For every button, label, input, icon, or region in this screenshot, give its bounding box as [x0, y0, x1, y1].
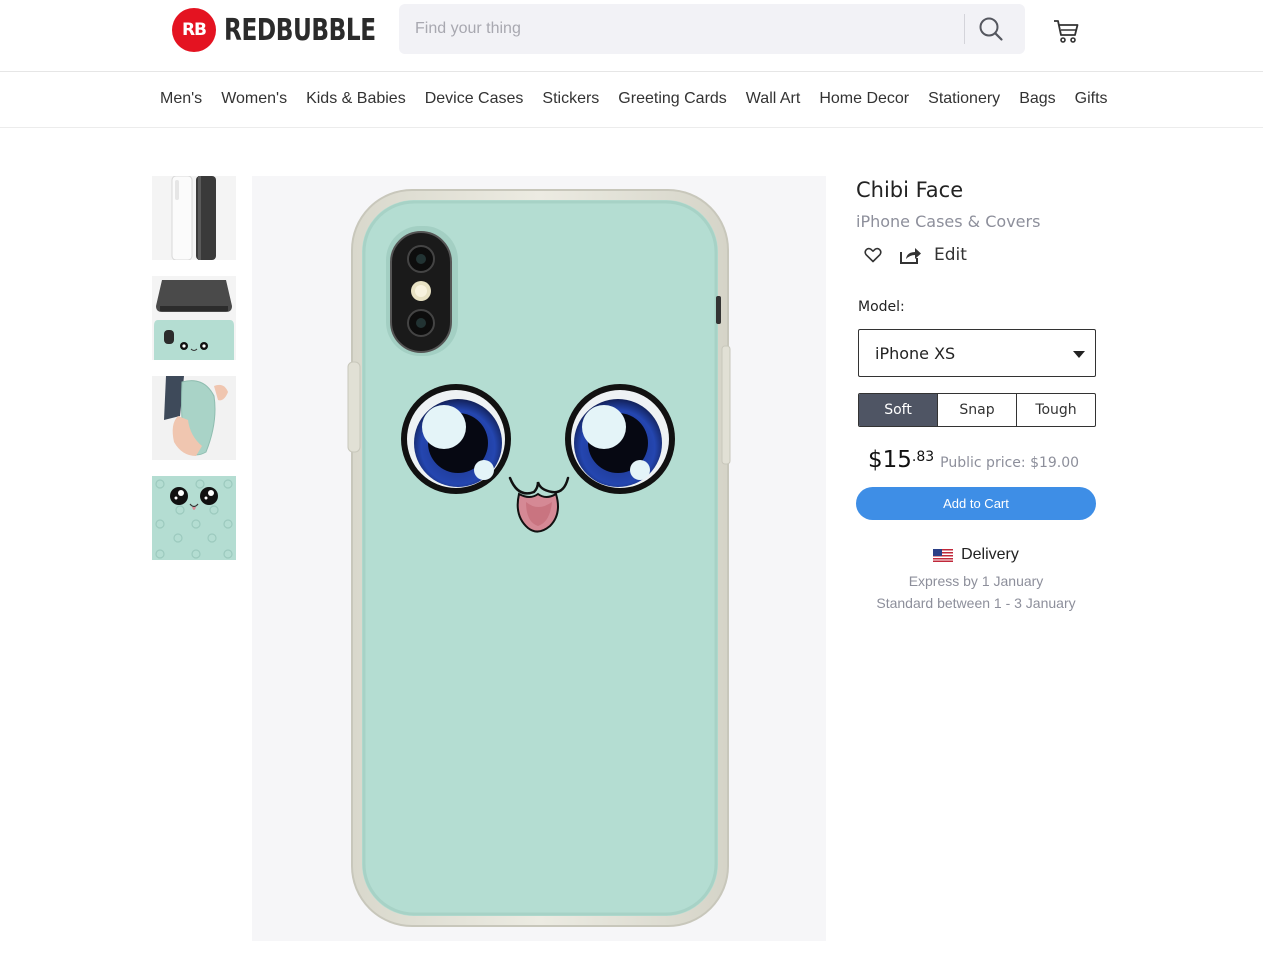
product-actions: Edit	[856, 243, 1096, 267]
edit-link[interactable]: Edit	[934, 245, 967, 265]
nav-item-device-cases[interactable]: Device Cases	[425, 90, 524, 108]
us-flag-icon	[933, 548, 954, 562]
product-main-image[interactable]	[252, 176, 826, 941]
price-dollars: $15	[868, 447, 912, 473]
product-details-panel: Chibi Face iPhone Cases & Covers Edit Mo…	[856, 176, 1096, 611]
case-type-selector: Soft Snap Tough	[858, 393, 1096, 427]
price-cents: .83	[911, 449, 935, 465]
logo-badge: RB	[172, 8, 216, 52]
redbubble-logo[interactable]: RB REDBUBBLE	[172, 8, 400, 52]
delivery-info: Delivery Express by 1 January Standard b…	[856, 546, 1096, 611]
add-to-cart-button[interactable]: Add to Cart	[856, 487, 1096, 520]
nav-item-gifts[interactable]: Gifts	[1075, 90, 1108, 108]
nav-item-kids-babies[interactable]: Kids & Babies	[306, 90, 406, 108]
search-icon	[979, 17, 1003, 41]
delivery-express: Express by 1 January	[908, 572, 1044, 589]
thumbnail-flex-view[interactable]	[152, 376, 236, 460]
search-divider	[964, 14, 965, 44]
nav-item-home-decor[interactable]: Home Decor	[819, 90, 909, 108]
nav-item-stationery[interactable]: Stationery	[928, 90, 1000, 108]
thumbnail-pattern-view[interactable]	[152, 476, 236, 560]
public-price: Public price: $19.00	[940, 455, 1080, 471]
thumbnail-side-view[interactable]	[152, 176, 236, 260]
nav-item-wall-art[interactable]: Wall Art	[746, 90, 801, 108]
thumbnail-pattern-image	[152, 476, 236, 560]
thumbnail-top-bottom-view[interactable]	[152, 276, 236, 360]
thumbnail-angle-image	[152, 276, 236, 360]
thumbnail-hand-image	[152, 376, 236, 460]
case-type-tough[interactable]: Tough	[1017, 394, 1095, 426]
logo-wordmark: REDBUBBLE	[224, 12, 376, 48]
search-input[interactable]	[399, 4, 965, 54]
product-title: Chibi Face	[856, 178, 964, 202]
product-category[interactable]: iPhone Cases & Covers	[856, 212, 1096, 231]
phone-case-illustration	[252, 176, 826, 941]
model-select[interactable]: iPhone XS	[858, 329, 1096, 377]
thumbnail-side-image	[152, 176, 236, 260]
site-header: RB REDBUBBLE	[0, 0, 1263, 72]
nav-item-womens[interactable]: Women's	[221, 90, 287, 108]
model-selected-value: iPhone XS	[875, 344, 956, 363]
nav-item-mens[interactable]: Men's	[160, 90, 202, 108]
case-type-soft[interactable]: Soft	[859, 394, 938, 426]
price-row: $15 .83 Public price: $19.00	[868, 447, 1096, 477]
delivery-standard: Standard between 1 - 3 January	[876, 594, 1076, 611]
nav-item-greeting-cards[interactable]: Greeting Cards	[618, 90, 727, 108]
nav-item-bags[interactable]: Bags	[1019, 90, 1055, 108]
chevron-down-icon	[1073, 351, 1085, 358]
nav-item-stickers[interactable]: Stickers	[542, 90, 599, 108]
category-nav: Men's Women's Kids & Babies Device Cases…	[0, 72, 1263, 128]
case-type-snap[interactable]: Snap	[938, 394, 1017, 426]
cart-icon[interactable]	[1052, 18, 1080, 44]
search-bar	[399, 4, 1025, 54]
thumbnail-list	[152, 176, 236, 576]
heart-icon[interactable]	[864, 247, 882, 263]
search-button[interactable]	[974, 13, 1008, 45]
model-label: Model:	[858, 299, 905, 315]
delivery-title: Delivery	[961, 546, 1019, 563]
share-icon[interactable]	[898, 245, 922, 265]
delivery-heading: Delivery	[933, 546, 1019, 564]
